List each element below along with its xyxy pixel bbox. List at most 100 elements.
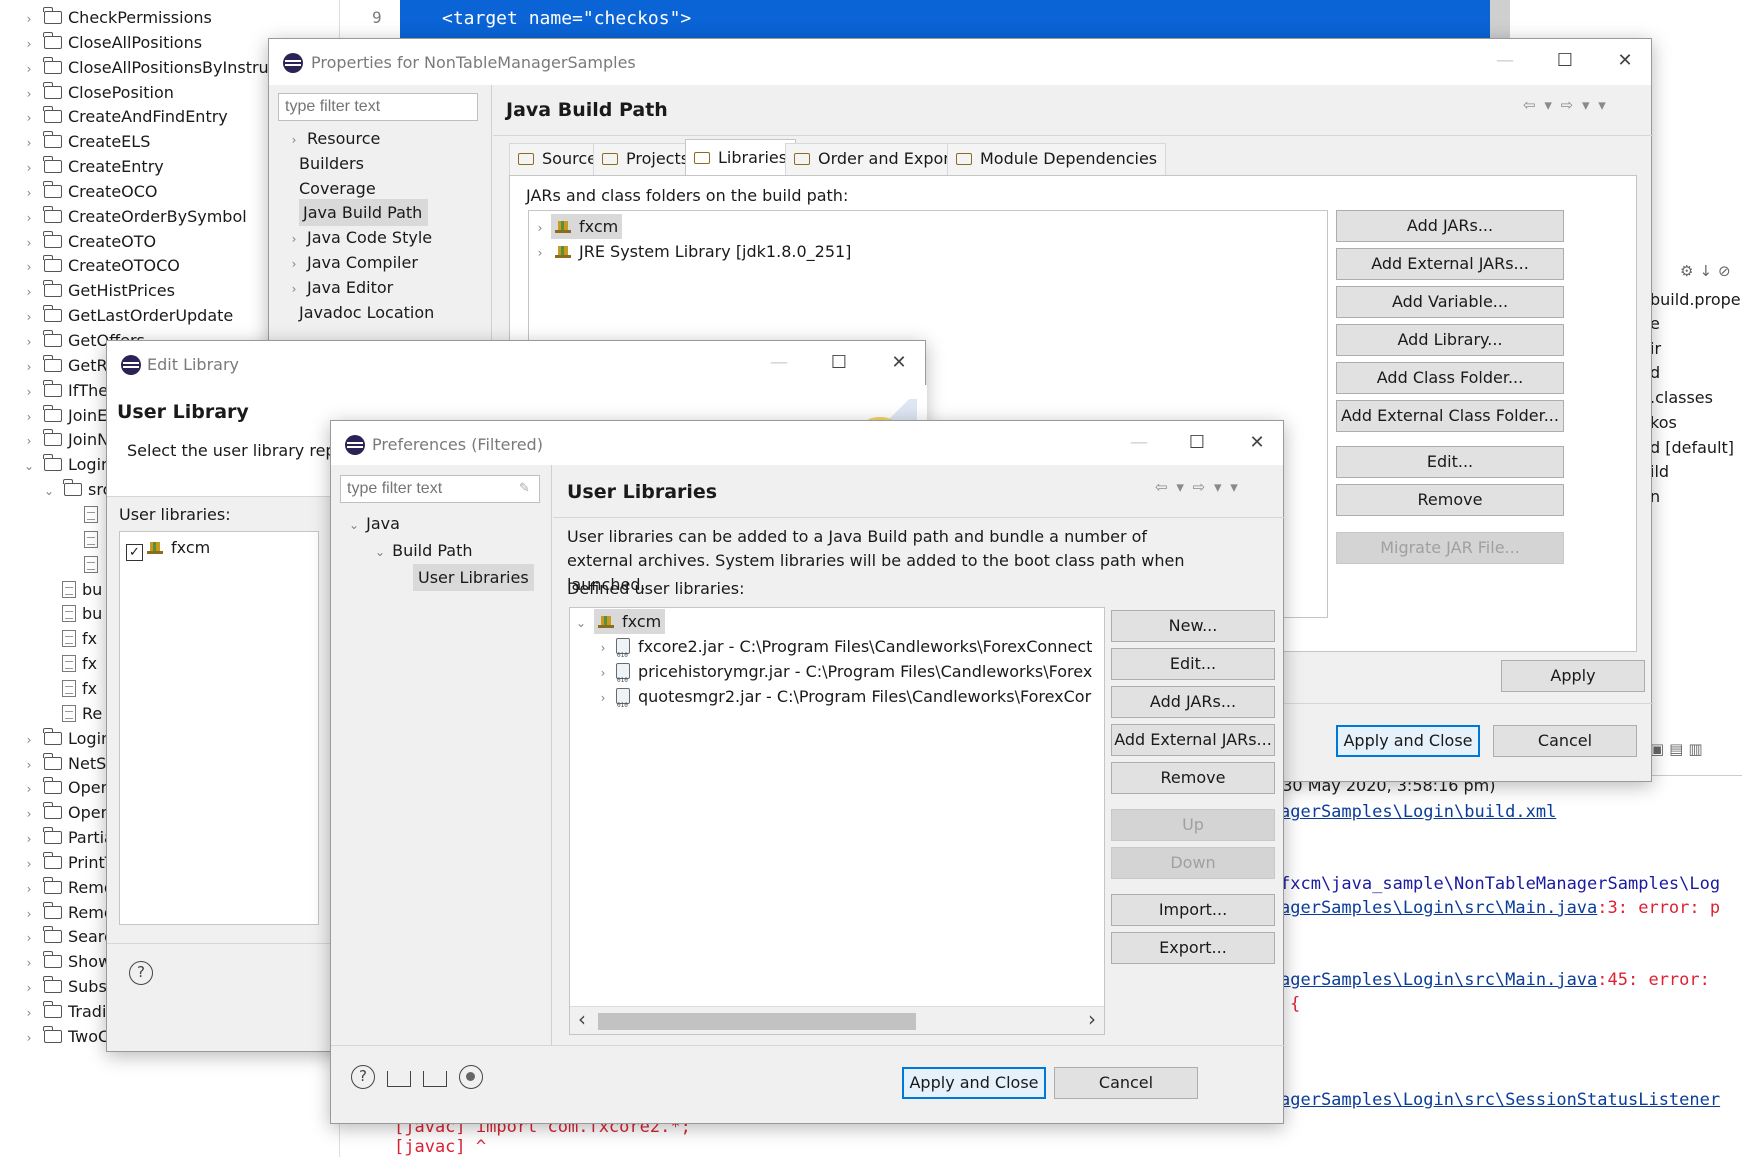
back-forward-nav-icon[interactable]: ⇦ ▾ ⇨ ▾ ▾ [1155,478,1240,496]
tab-projects[interactable]: Projects [593,143,699,175]
outline-toolbar-icons[interactable]: ⚙↓⊘ [1680,262,1737,280]
properties-nav-item[interactable]: › Java Code Style [287,224,433,251]
explorer-item[interactable]: › CreateOTO [22,228,156,255]
editor-scrollbar[interactable] [1490,0,1510,38]
explorer-item[interactable]: › CreateOCO [22,178,158,205]
build-path-button-remove[interactable]: Remove [1336,484,1564,516]
minimize-button[interactable]: — [1485,45,1525,77]
cancel-button[interactable]: Cancel [1493,725,1637,757]
properties-nav-item[interactable]: › Resource [287,125,381,152]
pref-nav-user-libraries[interactable]: User Libraries [413,564,534,591]
outline-item[interactable]: d [default] [1650,434,1734,461]
explorer-item[interactable]: ⌄ Login [22,451,111,478]
explorer-file[interactable]: bu [62,600,102,627]
library-jar-row[interactable]: ›pricehistorymgr.jar - C:\Program Files\… [596,658,1093,694]
library-jar-row[interactable]: ›fxcore2.jar - C:\Program Files\Candlewo… [596,633,1093,669]
horizontal-scrollbar[interactable]: ‹ › [570,1006,1104,1034]
build-path-library[interactable]: › fxcm [533,213,623,240]
console-link-build[interactable]: agerSamples\Login\build.xml [1280,802,1556,822]
maximize-button[interactable]: ☐ [819,347,859,379]
java-file[interactable] [84,526,104,553]
minimize-button[interactable]: — [1119,427,1159,459]
pref-nav-java[interactable]: ⌄ Java [347,510,400,537]
explorer-item[interactable]: › CreateELS [22,128,150,155]
build-path-button-edit[interactable]: Edit... [1336,446,1564,478]
build-path-button-add-external-class-folder[interactable]: Add External Class Folder... [1336,400,1564,432]
java-file[interactable] [84,551,104,578]
chevron-down-icon[interactable]: ⌄ [574,610,588,637]
properties-nav-item[interactable]: Builders [299,150,364,177]
explorer-item[interactable]: › IfThen [22,377,118,404]
build-path-library[interactable]: › JRE System Library [jdk1.8.0_251] [533,238,855,265]
properties-nav-item[interactable]: › Java Editor [287,274,394,301]
explorer-file[interactable]: fx [62,650,97,677]
apply-and-close-button[interactable]: Apply and Close [1336,725,1480,757]
explorer-item[interactable]: › CreateOrderBySymbol [22,203,247,230]
tab-module-dependencies[interactable]: Module Dependencies [947,143,1167,175]
build-path-button-add-variable[interactable]: Add Variable... [1336,286,1564,318]
explorer-file[interactable]: fx [62,675,97,702]
explorer-item[interactable]: › CreateAndFindEntry [22,103,228,130]
explorer-file[interactable]: bu [62,576,102,603]
explorer-item[interactable]: › GetHistPrices [22,277,175,304]
minimize-button[interactable]: — [759,347,799,379]
chevron-down-icon[interactable]: ⌄ [347,512,361,539]
import-icon[interactable] [387,1071,411,1087]
defined-libraries-tree[interactable]: ⌄fxcm ›fxcore2.jar - C:\Program Files\Ca… [569,607,1105,1035]
user-library-button-new[interactable]: New... [1111,610,1275,642]
close-button[interactable]: ✕ [1237,427,1277,459]
build-path-button-migrate-jar-file[interactable]: Migrate JAR File... [1336,532,1564,564]
chevron-down-icon[interactable]: ⌄ [22,453,36,480]
properties-filter-input[interactable] [278,93,478,121]
build-path-button-add-library[interactable]: Add Library... [1336,324,1564,356]
close-button[interactable]: ✕ [879,347,919,379]
user-library-button-down[interactable]: Down [1111,847,1275,879]
explorer-item[interactable]: ⌄ src [42,476,111,503]
scroll-right-icon[interactable]: › [1088,1007,1096,1031]
explorer-item[interactable]: › CreateEntry [22,153,164,180]
pref-nav-build-path[interactable]: ⌄ Build Path [373,537,473,564]
explorer-file[interactable]: fx [62,625,97,652]
scroll-left-icon[interactable]: ‹ [578,1007,586,1031]
close-button[interactable]: ✕ [1605,45,1645,77]
user-library-button-add-jars[interactable]: Add JARs... [1111,686,1275,718]
apply-and-close-button[interactable]: Apply and Close [902,1067,1046,1099]
console-link-main-2[interactable]: agerSamples\Login\src\Main.java [1280,970,1597,990]
properties-nav-item[interactable]: Javadoc Location [299,299,434,326]
chevron-down-icon[interactable]: ⌄ [42,478,56,505]
help-icon[interactable]: ? [129,961,153,985]
library-jar-row[interactable]: › quotesmgr2.jar - C:\Program Files\Candl… [596,683,1092,719]
build-path-button-add-external-jars[interactable]: Add External JARs... [1336,248,1564,280]
editor-selected-line[interactable]: <target name="checkos"> [400,0,1490,38]
explorer-item[interactable]: › GetLastOrderUpdate [22,302,233,329]
apply-button[interactable]: Apply [1501,660,1645,692]
user-library-item[interactable]: ✓ fxcm [126,534,210,561]
user-library-button-edit[interactable]: Edit... [1111,648,1275,680]
console-link-main-1[interactable]: agerSamples\Login\src\Main.java [1280,898,1597,918]
library-row-fxcm[interactable]: ⌄ fxcm [574,608,666,637]
user-library-button-import[interactable]: Import... [1111,894,1275,926]
maximize-button[interactable]: ☐ [1177,427,1217,459]
explorer-item[interactable]: › ClosePosition [22,79,174,106]
java-file[interactable] [84,501,104,528]
explorer-item[interactable]: › CheckPermissions [22,4,212,31]
outline-item[interactable]: build.prope [1650,286,1741,313]
chevron-right-icon[interactable]: › [533,240,547,267]
chevron-right-icon[interactable]: › [22,1025,36,1052]
cancel-button[interactable]: Cancel [1054,1067,1198,1099]
record-icon[interactable] [459,1065,483,1089]
user-library-button-export[interactable]: Export... [1111,932,1275,964]
back-forward-nav-icon[interactable]: ⇦ ▾ ⇨ ▾ ▾ [1523,96,1608,114]
user-libraries-list[interactable]: ✓ fxcm [119,531,319,925]
explorer-item[interactable]: › CreateOTOCO [22,252,180,279]
properties-nav-item[interactable]: Coverage [299,175,376,202]
export-icon[interactable] [423,1071,447,1087]
library-checkbox[interactable]: ✓ [126,544,143,561]
user-library-button-remove[interactable]: Remove [1111,762,1275,794]
tab-libraries[interactable]: Libraries [685,139,797,177]
maximize-button[interactable]: ☐ [1545,45,1585,77]
explorer-item[interactable]: › CloseAllPositions [22,29,202,56]
build-path-button-add-jars[interactable]: Add JARs... [1336,210,1564,242]
scroll-thumb[interactable] [598,1013,916,1030]
user-library-button-add-external-jars[interactable]: Add External JARs... [1111,724,1275,756]
